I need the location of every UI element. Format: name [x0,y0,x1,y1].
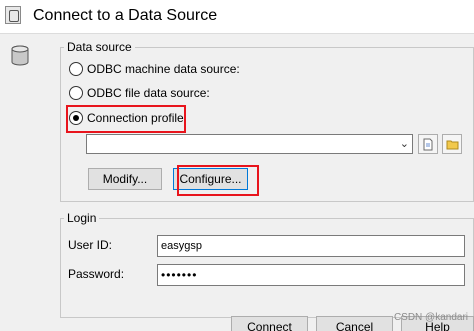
login-group-title: Login [64,211,100,225]
configure-highlight [177,165,259,196]
new-profile-button[interactable] [418,134,438,154]
modify-button[interactable]: Modify... [88,168,162,190]
data-source-group-title: Data source [64,40,135,54]
cancel-button[interactable]: Cancel [316,316,393,331]
user-id-field[interactable]: easygsp [157,235,465,257]
watermark: CSDN @kandari [393,312,468,323]
user-id-label: User ID: [68,238,113,252]
connect-button[interactable]: Connect [231,316,308,331]
connection-profile-highlight [66,105,186,133]
radio-odbc-file[interactable]: ODBC file data source: [69,86,210,100]
connection-profile-select[interactable]: ⌄ [86,134,413,154]
database-icon [11,45,29,66]
radio-odbc-machine-button[interactable] [69,62,83,76]
folder-icon [446,140,458,149]
chevron-down-icon[interactable]: ⌄ [400,137,409,150]
radio-odbc-machine-label: ODBC machine data source: [87,62,240,76]
radio-odbc-file-label: ODBC file data source: [87,86,210,100]
window-title: Connect to a Data Source [33,7,218,24]
open-profile-button[interactable] [442,134,462,154]
title-bar: Connect to a Data Source [0,0,474,34]
password-label: Password: [68,267,125,281]
radio-odbc-machine[interactable]: ODBC machine data source: [69,62,240,76]
radio-odbc-file-button[interactable] [69,86,83,100]
new-document-icon [423,138,433,150]
app-icon [5,6,21,24]
password-field[interactable]: ••••••• [157,264,465,286]
